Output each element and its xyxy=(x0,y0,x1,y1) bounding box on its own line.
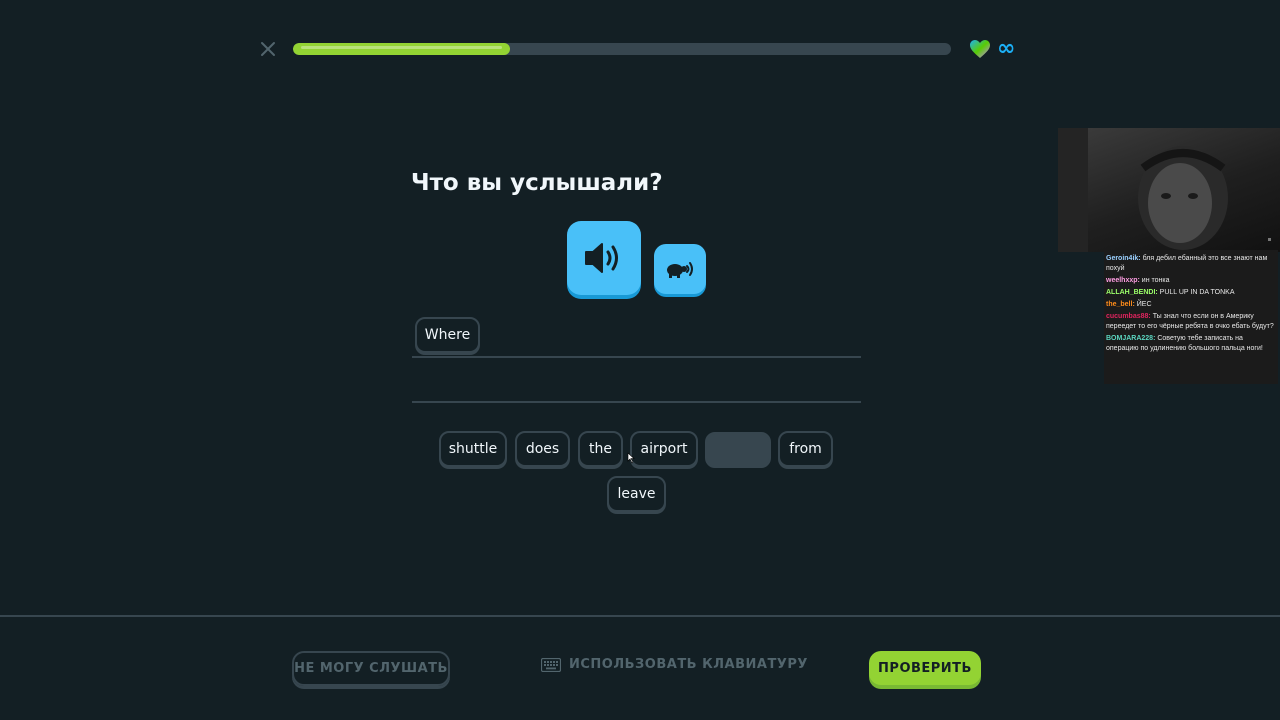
use-keyboard-button[interactable]: ИСПОЛЬЗОВАТЬ КЛАВИАТУРУ xyxy=(541,657,808,672)
stream-chat: Geroin4ik: бля дебил ебанный это все зна… xyxy=(1104,250,1278,384)
answer-chip[interactable]: Where xyxy=(415,317,480,353)
check-label: ПРОВЕРИТЬ xyxy=(878,660,972,676)
chat-username: weelhxxp: xyxy=(1106,277,1140,284)
word-chip-the[interactable]: the xyxy=(578,431,623,467)
hearts-counter: ∞ xyxy=(969,36,1016,61)
chat-username: the_bell: xyxy=(1106,301,1135,308)
webcam-overlay xyxy=(1058,128,1280,252)
exercise-prompt: Что вы услышали? xyxy=(411,170,663,196)
cant-listen-label: НЕ МОГУ СЛУШАТЬ xyxy=(294,661,448,676)
chat-text: ин тонка xyxy=(1139,277,1170,284)
footer-divider xyxy=(0,615,1280,617)
speaker-icon xyxy=(585,243,618,273)
lesson-progress-fill xyxy=(293,43,511,55)
chat-message: Geroin4ik: бля дебил ебанный это все зна… xyxy=(1106,254,1276,274)
keyboard-icon xyxy=(541,657,561,672)
word-chip-label: does xyxy=(525,441,560,457)
streamer-silhouette-icon xyxy=(1058,128,1271,252)
chat-message: the_bell: ЙЕС xyxy=(1106,300,1276,310)
word-chip-label: shuttle xyxy=(448,441,498,457)
chat-text: ЙЕС xyxy=(1134,301,1152,308)
check-button[interactable]: ПРОВЕРИТЬ xyxy=(869,651,981,685)
close-icon xyxy=(261,42,275,56)
word-chip-shuttle[interactable]: shuttle xyxy=(439,431,507,467)
chat-text: PULL UP IN DA TONKA xyxy=(1157,289,1235,296)
play-slow-audio-button[interactable] xyxy=(654,244,706,294)
word-chip-label: airport xyxy=(640,441,688,457)
hearts-count: ∞ xyxy=(997,36,1016,61)
chat-message: cucumbas88: Ты знал что если он в Америк… xyxy=(1106,312,1276,332)
chat-username: ALLAH_BENDI: xyxy=(1106,289,1158,296)
answer-line-2 xyxy=(412,401,861,403)
answer-chip-label: Where xyxy=(424,327,471,343)
word-chip-label: leave xyxy=(617,486,656,502)
chat-message: BOMJARA228: Советую тебе записать на опе… xyxy=(1106,334,1276,354)
turtle-icon xyxy=(667,262,693,278)
chat-username: Geroin4ik: xyxy=(1106,255,1141,262)
word-chip-placeholder xyxy=(705,432,771,468)
answer-line-1 xyxy=(412,356,861,358)
close-lesson-button[interactable] xyxy=(258,39,278,59)
chat-username: BOMJARA228: xyxy=(1106,335,1156,342)
word-chip-from[interactable]: from xyxy=(778,431,833,467)
word-chip-airport[interactable]: airport xyxy=(630,431,698,467)
word-chip-label: from xyxy=(789,441,822,457)
chat-message: ALLAH_BENDI: PULL UP IN DA TONKA xyxy=(1106,288,1276,298)
use-keyboard-label: ИСПОЛЬЗОВАТЬ КЛАВИАТУРУ xyxy=(569,657,808,672)
chat-username: cucumbas88: xyxy=(1106,313,1151,320)
cant-listen-button[interactable]: НЕ МОГУ СЛУШАТЬ xyxy=(292,651,450,686)
chat-message: weelhxxp: ин тонка xyxy=(1106,276,1276,286)
word-chip-label: the xyxy=(589,441,612,457)
word-chip-leave[interactable]: leave xyxy=(607,476,666,512)
play-audio-button[interactable] xyxy=(567,221,641,295)
mouse-cursor-icon xyxy=(627,452,635,464)
lesson-progress-bar xyxy=(293,43,951,55)
word-chip-does[interactable]: does xyxy=(515,431,570,467)
heart-icon xyxy=(970,40,990,58)
